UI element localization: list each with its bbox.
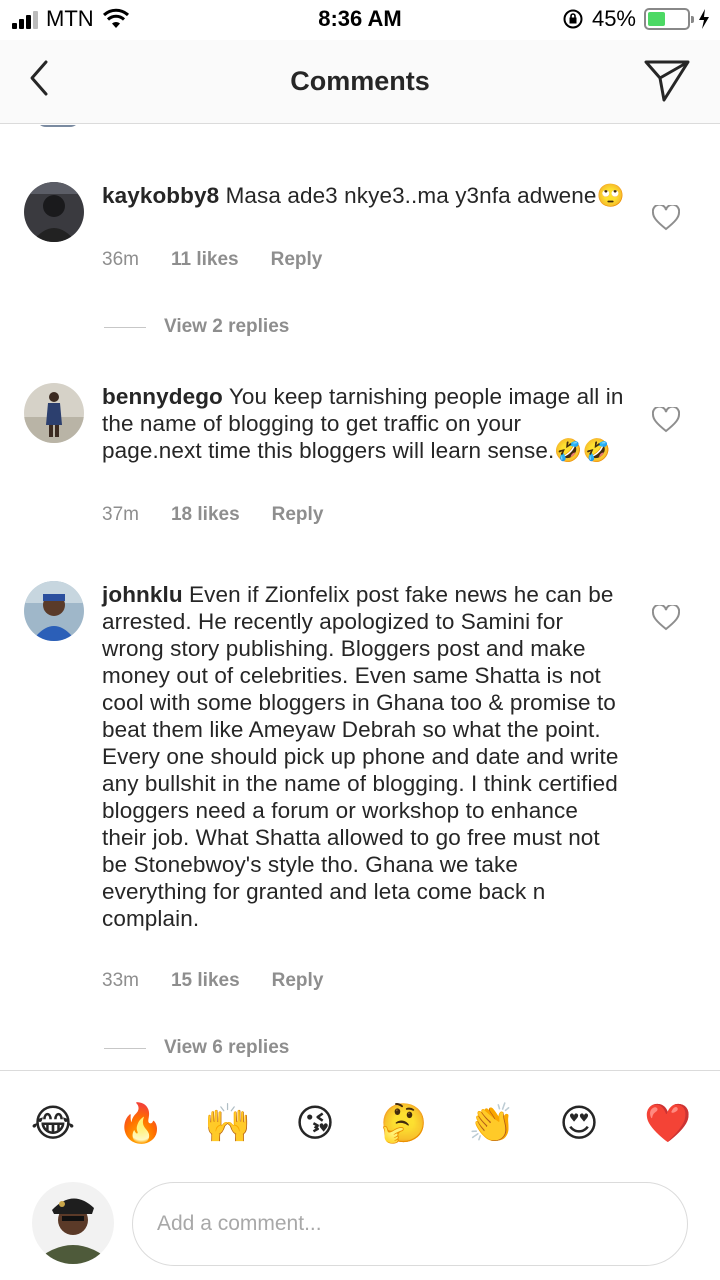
view-replies-label[interactable]: View 2 replies (164, 316, 289, 338)
emoji-quick-bar: 😂 🔥 🙌 😘 🤔 👏 😍 ❤️ (0, 1070, 720, 1170)
comment-body: johnklu Even if Zionfelix post fake news… (102, 581, 627, 932)
comment-body: bennydego You keep tarnishing people ima… (102, 383, 627, 464)
emoji-fire-button[interactable]: 🔥 (117, 1101, 164, 1147)
emoji-clapping-button[interactable]: 👏 (468, 1101, 515, 1147)
comment-body: kaykobby8 Masa ade3 nkye3..ma y3nfa adwe… (102, 182, 627, 209)
comment-text: Masa ade3 nkye3..ma y3nfa adwene🙄 (219, 183, 625, 208)
comment-meta: 36m 11 likes Reply (102, 249, 322, 271)
avatar[interactable] (24, 182, 84, 242)
battery-icon (644, 8, 694, 30)
view-replies-label[interactable]: View 6 replies (164, 1037, 289, 1059)
direct-send-icon[interactable] (642, 54, 692, 104)
comment-time: 36m (102, 249, 139, 270)
avatar (36, 125, 80, 127)
comment-username[interactable]: johnklu (102, 582, 183, 607)
view-replies-button[interactable]: View 6 replies (104, 1037, 289, 1059)
emoji-heart-eyes-button[interactable]: 😍 (556, 1101, 602, 1147)
comment-composer (0, 1170, 720, 1280)
rotation-lock-icon (563, 9, 583, 29)
comment-meta: 37m 18 likes Reply (102, 504, 323, 526)
view-replies-button[interactable]: View 2 replies (104, 316, 289, 338)
status-bar: MTN 8:36 AM 45% (0, 0, 720, 40)
heart-icon[interactable] (652, 205, 680, 231)
reply-button[interactable]: Reply (272, 970, 324, 992)
likes-count[interactable]: 15 likes (171, 970, 240, 992)
emoji-kiss-button[interactable]: 😘 (292, 1101, 338, 1147)
comment-username[interactable]: bennydego (102, 384, 223, 409)
comments-list[interactable]: kaykobby8 Masa ade3 nkye3..ma y3nfa adwe… (0, 125, 720, 1070)
emoji-raised-hands-button[interactable]: 🙌 (204, 1101, 251, 1147)
comment-time: 33m (102, 970, 139, 991)
navigation-bar: Comments (0, 40, 720, 124)
divider (104, 326, 146, 328)
battery-group: 45% (562, 6, 710, 32)
heart-icon[interactable] (652, 407, 680, 433)
emoji-tears-of-joy-button[interactable]: 😂 (30, 1101, 76, 1147)
charging-icon (699, 9, 709, 29)
comment-meta: 33m 15 likes Reply (102, 970, 323, 992)
reply-button[interactable]: Reply (272, 504, 324, 526)
likes-count[interactable]: 18 likes (171, 504, 240, 526)
comment-text: Even if Zionfelix post fake news he can … (102, 582, 619, 931)
avatar[interactable] (24, 383, 84, 443)
emoji-thinking-button[interactable]: 🤔 (380, 1101, 427, 1147)
battery-percent: 45% (591, 6, 636, 31)
comment-input[interactable] (132, 1182, 688, 1266)
emoji-red-heart-button[interactable]: ❤️ (644, 1101, 691, 1147)
comment-time: 37m (102, 504, 139, 525)
page-title: Comments (290, 66, 430, 96)
divider (104, 1047, 146, 1049)
avatar[interactable] (24, 581, 84, 641)
reply-button[interactable]: Reply (271, 249, 323, 271)
user-avatar (32, 1182, 114, 1264)
heart-icon[interactable] (652, 605, 680, 631)
comment-username[interactable]: kaykobby8 (102, 183, 219, 208)
likes-count[interactable]: 11 likes (171, 249, 239, 271)
